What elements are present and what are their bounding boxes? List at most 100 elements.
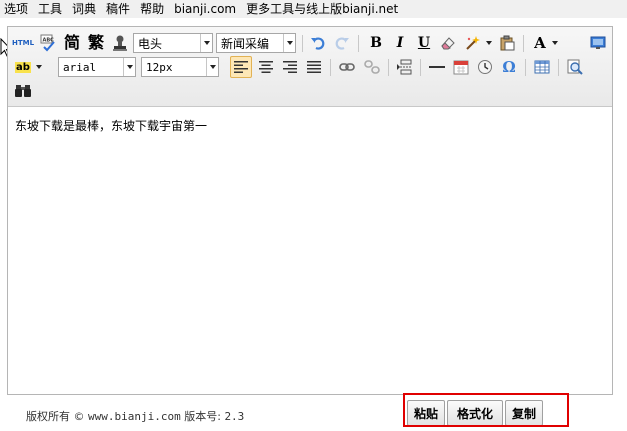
chevron-down-icon: [200, 34, 212, 52]
spellcheck-button[interactable]: ABC: [37, 32, 59, 54]
align-center-button[interactable]: [255, 56, 277, 78]
redo-icon: [335, 37, 349, 50]
binoculars-icon: [15, 85, 31, 97]
insert-time-button[interactable]: [474, 56, 496, 78]
editor-content[interactable]: 东坡下载是最棒，东坡下载宇宙第一: [8, 108, 612, 394]
clock-icon: [478, 60, 492, 74]
copyright-label: 版权所有 ©: [26, 410, 85, 423]
page-break-button[interactable]: [393, 56, 415, 78]
undo-icon: [311, 37, 325, 50]
align-right-button[interactable]: [279, 56, 301, 78]
menu-bar: 选项 工具 词典 稿件 帮助 bianji.com 更多工具与线上版bianji…: [0, 0, 627, 18]
horizontal-rule-icon: [429, 66, 445, 68]
traditional-label: 繁: [87, 33, 104, 52]
toolbar-separator: [330, 59, 331, 76]
toolbar-separator: [420, 59, 421, 76]
link-icon: [339, 63, 355, 71]
chevron-down-icon: [283, 34, 295, 52]
version-label: 版本号:: [184, 410, 221, 423]
highlight-color-button[interactable]: ab: [12, 56, 34, 78]
format-button[interactable]: 格式化: [447, 400, 503, 426]
paragraph-style-value: 电头: [138, 36, 163, 51]
magic-format-button[interactable]: [461, 32, 485, 54]
toolbar-separator: [558, 59, 559, 76]
menu-dictionary[interactable]: 词典: [67, 1, 101, 17]
chevron-down-icon[interactable]: [36, 65, 42, 69]
special-char-button[interactable]: Ω: [498, 56, 520, 78]
toolbar-row-1: HTML ABC 简 繁 电头 新闻采编 B I U A: [8, 32, 612, 56]
find-button[interactable]: [12, 80, 34, 102]
toolbar-row-2: ab arial 12px Ω: [8, 56, 612, 80]
horizontal-rule-button[interactable]: [426, 56, 448, 78]
redo-button[interactable]: [331, 32, 353, 54]
simplified-chinese-button[interactable]: 简: [61, 32, 83, 54]
paragraph-style-select[interactable]: 电头: [133, 33, 213, 53]
align-center-icon: [259, 61, 273, 73]
chevron-down-icon[interactable]: [486, 41, 492, 45]
font-family-select[interactable]: arial: [58, 57, 136, 77]
chevron-down-icon[interactable]: [552, 41, 558, 45]
font-family-value: arial: [63, 60, 97, 74]
copy-button[interactable]: 复制: [505, 400, 543, 426]
highlight-icon: ab: [15, 61, 31, 73]
stamp-button[interactable]: [109, 32, 131, 54]
chevron-down-icon: [123, 58, 135, 76]
toolbar-separator: [302, 35, 303, 52]
align-left-button[interactable]: [230, 56, 252, 78]
align-right-icon: [283, 61, 297, 73]
preview-button[interactable]: [564, 56, 586, 78]
editor-text: 东坡下载是最棒，东坡下载宇宙第一: [15, 119, 208, 133]
align-justify-icon: [307, 61, 321, 73]
insert-table-button[interactable]: [531, 56, 553, 78]
font-size-value: 12px: [146, 60, 173, 74]
editor: HTML ABC 简 繁 电头 新闻采编 B I U A ab arial 12…: [7, 26, 613, 395]
simplified-label: 简: [63, 33, 80, 52]
menu-help[interactable]: 帮助: [135, 1, 169, 17]
editor-toolbar: HTML ABC 简 繁 电头 新闻采编 B I U A ab arial 12…: [8, 27, 612, 107]
paste-special-button[interactable]: [496, 32, 518, 54]
undo-button[interactable]: [307, 32, 329, 54]
toolbar-separator: [523, 35, 524, 52]
menu-tools[interactable]: 工具: [33, 1, 67, 17]
toolbar-row-3: [8, 80, 612, 104]
monitor-icon: [590, 36, 606, 49]
insert-date-button[interactable]: [450, 56, 472, 78]
align-justify-button[interactable]: [303, 56, 325, 78]
toolbar-separator: [525, 59, 526, 76]
omega-icon: Ω: [502, 57, 516, 76]
eraser-button[interactable]: [437, 32, 459, 54]
font-color-button[interactable]: A: [529, 32, 551, 54]
bold-button[interactable]: B: [365, 32, 387, 54]
menu-manuscript[interactable]: 稿件: [101, 1, 135, 17]
paste-button[interactable]: 粘贴: [407, 400, 445, 426]
html-icon: HTML: [11, 39, 35, 47]
traditional-chinese-button[interactable]: 繁: [85, 32, 107, 54]
insert-link-button[interactable]: [336, 56, 358, 78]
menu-options[interactable]: 选项: [0, 1, 33, 17]
unlink-button[interactable]: [361, 56, 383, 78]
action-buttons: 粘贴 格式化 复制: [407, 400, 545, 426]
italic-icon: I: [396, 35, 404, 51]
stamp-icon: [113, 35, 127, 51]
font-size-select[interactable]: 12px: [141, 57, 219, 77]
clipboard-icon: [500, 35, 515, 51]
html-source-button[interactable]: HTML: [12, 32, 34, 54]
calendar-icon: [453, 60, 469, 75]
template-select[interactable]: 新闻采编: [216, 33, 296, 53]
menu-more-tools[interactable]: 更多工具与线上版bianji.net: [241, 1, 403, 17]
spellcheck-icon: ABC: [40, 34, 55, 52]
font-color-icon: A: [534, 33, 546, 52]
template-value: 新闻采编: [221, 36, 270, 51]
footer-copyright: 版权所有 © www.bianji.com 版本号: 2.3: [26, 408, 244, 424]
magic-wand-icon: [466, 36, 480, 50]
italic-button[interactable]: I: [389, 32, 411, 54]
bold-icon: B: [370, 35, 382, 51]
underline-button[interactable]: U: [413, 32, 435, 54]
unlink-icon: [364, 60, 380, 74]
table-icon: [534, 60, 550, 74]
eraser-icon: [441, 37, 455, 50]
underline-icon: U: [417, 35, 431, 51]
site-url: www.bianji.com: [88, 410, 181, 423]
fullscreen-button[interactable]: [587, 32, 609, 54]
menu-bianji-com[interactable]: bianji.com: [169, 1, 241, 17]
